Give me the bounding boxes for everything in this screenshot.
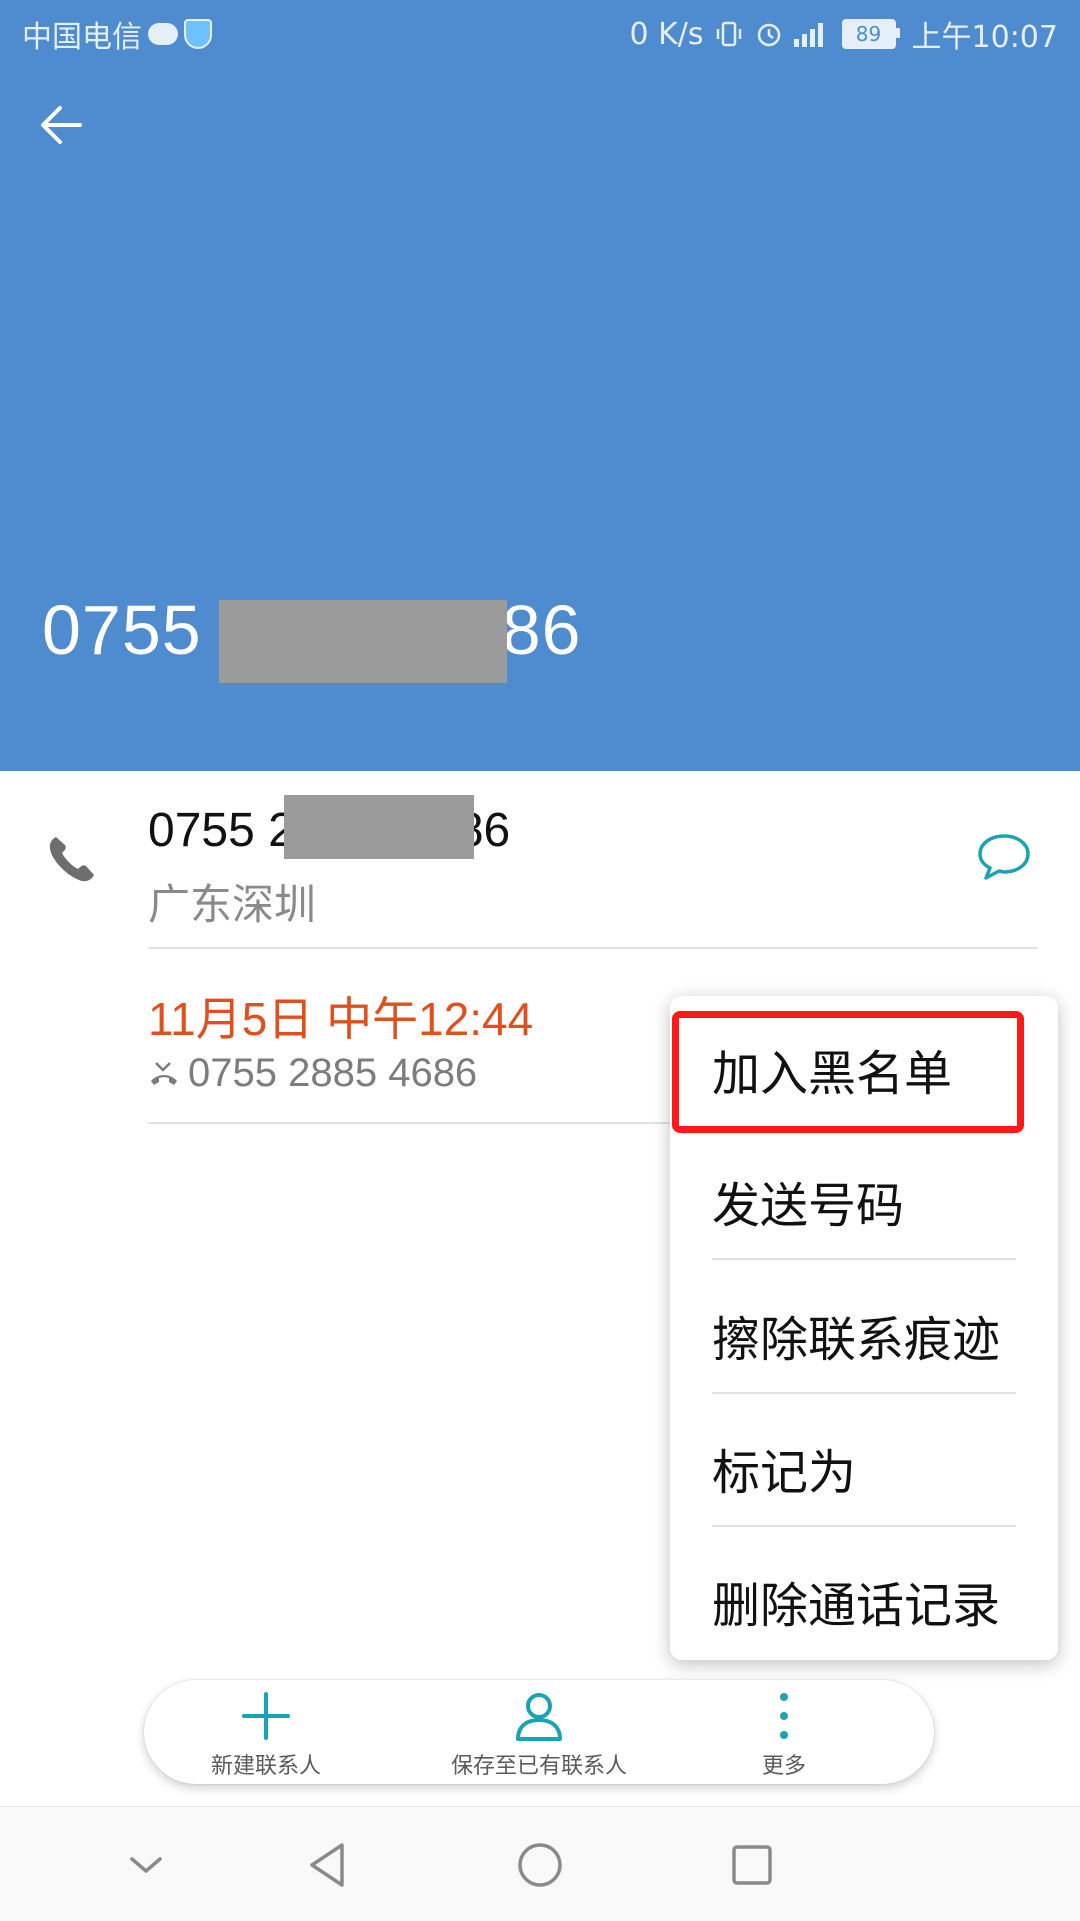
person-icon [516, 1693, 562, 1741]
call-time: 11月5日 中午12:44 [148, 993, 534, 1045]
back-icon[interactable] [302, 1837, 358, 1893]
call-number: 0755 2885 4686 [188, 1051, 478, 1095]
chat-bubble-icon [148, 23, 178, 45]
shield-icon [184, 19, 212, 49]
new-contact-button[interactable]: 新建联系人 [196, 1690, 336, 1780]
recents-icon[interactable] [724, 1837, 780, 1893]
redaction-block [219, 600, 507, 683]
redaction-block [284, 795, 474, 859]
header: 中国电信 0 K/s 89 上午10:07 0755 86 [0, 0, 1080, 771]
highlight-box [672, 1011, 1024, 1133]
battery-icon: 89 [841, 19, 900, 49]
location-label: 广东深圳 [148, 880, 317, 929]
phone-icon[interactable] [46, 833, 98, 885]
action-bar: 新建联系人 保存至已有联系人 更多 [144, 1680, 934, 1784]
carrier-label: 中国电信 [22, 20, 142, 55]
clock: 上午10:07 [911, 20, 1058, 55]
menu-item-delete-log[interactable]: 删除通话记录 [670, 1528, 1058, 1660]
menu-divider [712, 1392, 1016, 1394]
menu-divider [712, 1258, 1016, 1260]
arrow-left-icon[interactable] [36, 100, 86, 150]
network-speed: 0 K/s [629, 16, 704, 52]
vibrate-icon [716, 21, 741, 47]
navigation-bar [0, 1806, 1080, 1921]
more-vert-icon [780, 1693, 788, 1739]
more-button[interactable]: 更多 [734, 1690, 834, 1780]
signal-icon [793, 21, 832, 47]
call-number-line: 0755 2885 4686 [148, 1051, 477, 1096]
home-icon[interactable] [512, 1837, 568, 1893]
menu-item-send-number[interactable]: 发送号码 [670, 1128, 1058, 1260]
menu-item-erase-traces[interactable]: 擦除联系痕迹 [670, 1262, 1058, 1394]
status-bar: 中国电信 0 K/s 89 上午10:07 [0, 0, 1080, 64]
message-icon[interactable] [976, 831, 1032, 883]
alarm-icon [757, 23, 780, 47]
plus-icon [242, 1692, 290, 1740]
save-to-existing-button[interactable]: 保存至已有联系人 [424, 1690, 654, 1780]
missed-call-icon [151, 1061, 177, 1085]
number-row[interactable]: 0755 2 86 广东深圳 [0, 771, 1080, 949]
collapse-icon[interactable] [118, 1837, 174, 1893]
menu-divider [712, 1525, 1016, 1527]
divider [148, 947, 1038, 949]
menu-item-mark-as[interactable]: 标记为 [670, 1395, 1058, 1527]
